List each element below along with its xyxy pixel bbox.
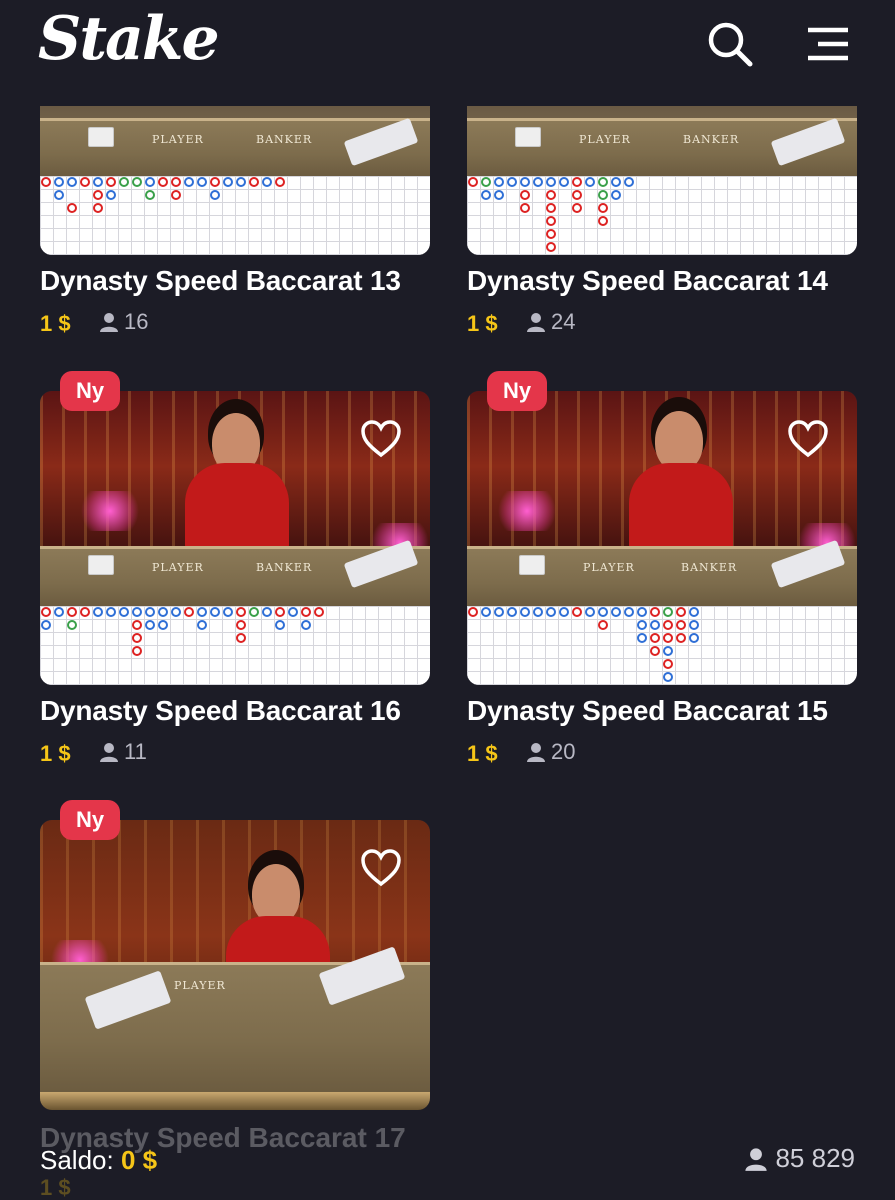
heart-icon[interactable] — [360, 419, 402, 459]
game-thumbnail[interactable]: PLAYER — [40, 820, 430, 1110]
dealer — [252, 864, 300, 924]
user-icon — [745, 1147, 768, 1171]
player-count: 16 — [98, 309, 148, 335]
heart-icon[interactable] — [360, 848, 402, 888]
game-card[interactable]: Ny PLAYER — [40, 800, 430, 1110]
baccarat-table: PLAYER BANKER — [467, 117, 857, 176]
game-title[interactable]: Dynasty Speed Baccarat 14 — [467, 265, 857, 297]
table-label-player: PLAYER — [152, 133, 204, 146]
game-title[interactable]: Dynasty Speed Baccarat 13 — [40, 265, 430, 297]
user-icon — [527, 313, 545, 332]
card-deck — [515, 127, 541, 147]
game-meta: 1 $ 20 — [467, 739, 857, 771]
user-icon — [100, 313, 118, 332]
card-deck — [519, 555, 545, 575]
min-bet: 1 $ — [467, 741, 498, 766]
game-card[interactable]: PLAYER BANKER Dynasty Speed Baccarat 13 … — [40, 106, 430, 341]
dealer-dress — [185, 463, 289, 553]
stake-logo[interactable]: Stake — [38, 4, 220, 74]
game-meta: 1 $ 11 — [40, 739, 430, 771]
baccarat-table: PLAYER BANKER — [467, 539, 857, 606]
game-title[interactable]: Dynasty Speed Baccarat 17 — [40, 1122, 406, 1154]
card-shoe — [343, 539, 419, 589]
min-bet: 1 $ — [40, 741, 71, 766]
menu-icon[interactable] — [804, 24, 852, 64]
game-card[interactable]: Ny PLAYER BANKER Dynasty Speed Baccarat … — [40, 371, 430, 771]
new-badge: Ny — [60, 371, 121, 411]
min-bet: 1 $ — [40, 311, 71, 336]
game-meta: 1 $ 16 — [40, 309, 430, 341]
baccarat-table: PLAYER BANKER — [40, 117, 430, 176]
card-shoe — [84, 970, 172, 1030]
player-count-value: 24 — [551, 309, 576, 334]
game-meta: 1 $ 24 — [467, 309, 857, 341]
table-label-banker: BANKER — [256, 133, 313, 146]
user-icon — [527, 743, 545, 762]
bead-road — [40, 176, 430, 255]
player-count: 11 — [98, 739, 147, 765]
min-bet: 1 $ — [40, 1175, 71, 1200]
search-icon[interactable] — [706, 20, 754, 68]
game-title[interactable]: Dynasty Speed Baccarat 15 — [467, 695, 857, 727]
table-label-player: PLAYER — [152, 561, 204, 574]
game-card[interactable]: PLAYER BANKER Dynasty Speed Baccarat 14 … — [467, 106, 857, 341]
baccarat-table: PLAYER BANKER — [40, 539, 430, 606]
card-deck — [88, 555, 114, 575]
player-count: 20 — [525, 739, 575, 765]
table-label-banker: BANKER — [256, 561, 313, 574]
top-bar: Stake — [0, 0, 895, 100]
dealer-dress — [629, 463, 733, 553]
dealer — [655, 411, 703, 471]
game-thumbnail[interactable]: PLAYER BANKER — [467, 106, 857, 255]
heart-icon[interactable] — [787, 419, 829, 459]
baccarat-table: PLAYER — [40, 946, 430, 1092]
card-deck — [88, 127, 114, 147]
table-label-player: PLAYER — [174, 979, 226, 992]
game-card[interactable]: Ny PLAYER BANKER Dynasty Speed Baccarat … — [467, 371, 857, 771]
table-label-player: PLAYER — [583, 561, 635, 574]
game-thumbnail[interactable]: PLAYER BANKER — [467, 391, 857, 685]
table-label-banker: BANKER — [681, 561, 738, 574]
new-badge: Ny — [60, 800, 121, 840]
player-count-value: 20 — [551, 739, 576, 764]
bead-road — [467, 176, 857, 255]
user-icon — [100, 743, 118, 762]
table-label-player: PLAYER — [579, 133, 631, 146]
min-bet: 1 $ — [467, 311, 498, 336]
bead-road — [40, 606, 430, 685]
table-label-banker: BANKER — [683, 133, 740, 146]
game-title[interactable]: Dynasty Speed Baccarat 16 — [40, 695, 430, 727]
total-players: 85 829 — [743, 1143, 855, 1174]
player-count-value: 16 — [124, 309, 149, 334]
game-thumbnail[interactable]: PLAYER BANKER — [40, 391, 430, 685]
card-shoe — [343, 117, 419, 167]
total-players-value: 85 829 — [775, 1143, 855, 1173]
new-badge: Ny — [487, 371, 548, 411]
card-shoe — [770, 539, 846, 589]
player-count: 24 — [525, 309, 575, 335]
bead-road — [467, 606, 857, 685]
game-thumbnail[interactable]: PLAYER BANKER — [40, 106, 430, 255]
card-shoe — [770, 117, 846, 167]
player-count-value: 11 — [124, 739, 147, 764]
